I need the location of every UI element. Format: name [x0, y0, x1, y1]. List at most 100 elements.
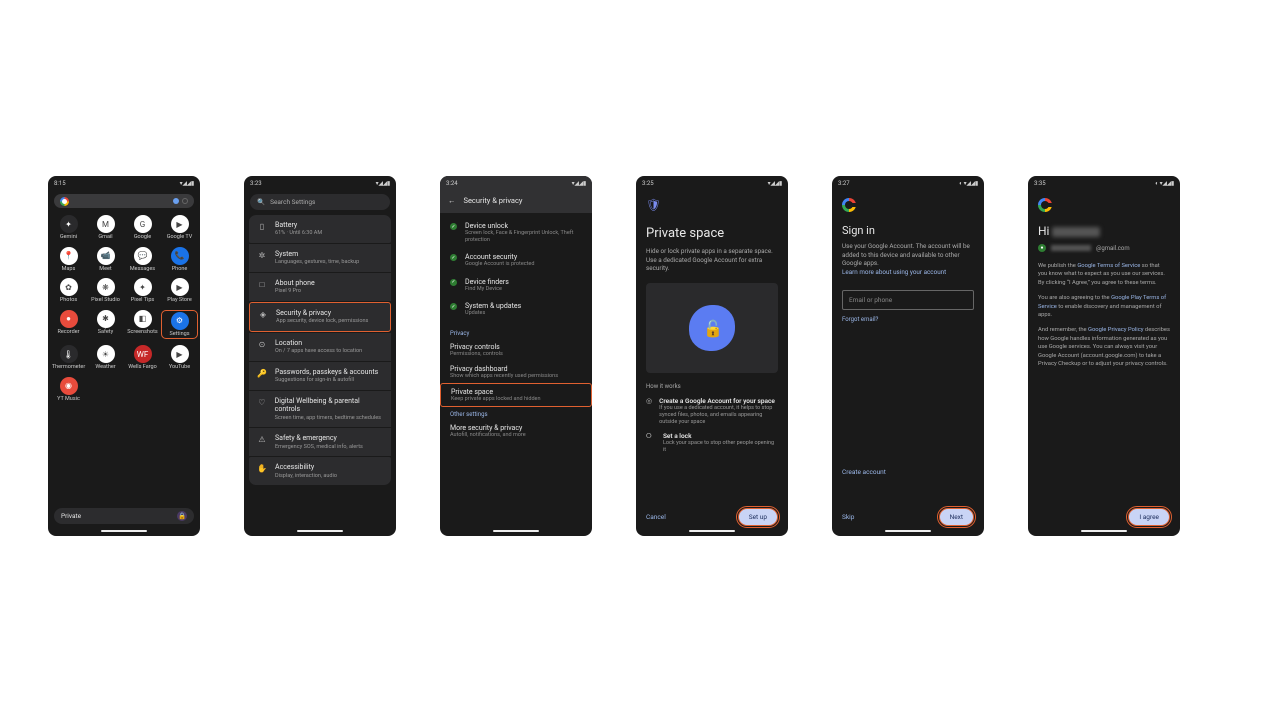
app-google-tv[interactable]: ▶Google TV	[161, 215, 198, 241]
app-icon: ✦	[60, 215, 78, 233]
row-title: Privacy dashboard	[450, 365, 582, 373]
app-icon: 🌡	[60, 345, 78, 363]
learn-more-link[interactable]: Learn more about using your account	[842, 268, 946, 276]
app-gemini[interactable]: ✦Gemini	[50, 215, 87, 241]
settings-row-location[interactable]: ⊙LocationOn / 7 apps have access to loca…	[249, 333, 391, 361]
status-time: 3:25	[642, 180, 654, 187]
app-play-store[interactable]: ▶Play Store	[161, 278, 198, 304]
security-row[interactable]: ✓Account securityGoogle Account is prote…	[440, 248, 592, 273]
screen-4-private-space-intro: 3:25 ▾◢◢▮ 🛡 Private space Hide or lock p…	[636, 176, 788, 536]
step-icon: ◎	[646, 397, 652, 426]
footer-actions: I agree	[1038, 508, 1170, 526]
email-field[interactable]: Email or phone	[842, 290, 974, 310]
status-indicators: ▾◢◢▮	[572, 180, 586, 187]
settings-row-system[interactable]: ✲SystemLanguages, gestures, time, backup	[249, 244, 391, 272]
nav-handle[interactable]	[101, 530, 147, 532]
security-row[interactable]: ✓Device unlockScreen lock, Face & Finger…	[440, 217, 592, 248]
step-title: Set a lock	[663, 432, 778, 440]
nav-handle[interactable]	[885, 530, 931, 532]
nav-handle[interactable]	[493, 530, 539, 532]
app-settings[interactable]: ⚙Settings	[161, 310, 198, 340]
row-icon: ◈	[258, 310, 268, 319]
privacy-row-private-space[interactable]: Private spaceKeep private apps locked an…	[440, 383, 592, 407]
next-button[interactable]: Next	[939, 508, 974, 526]
app-photos[interactable]: ✿Photos	[50, 278, 87, 304]
row-subtitle: Display, interaction, audio	[275, 473, 337, 480]
footer-actions: Skip Next	[842, 508, 974, 526]
terms-paragraph-1: We publish the Google Terms of Service s…	[1038, 262, 1170, 287]
steps-list: ◎Create a Google Account for your spaceI…	[646, 394, 778, 458]
back-icon[interactable]: ←	[448, 196, 456, 205]
settings-row-digital-wellbeing-parental-controls[interactable]: ♡Digital Wellbeing & parental controlsSc…	[249, 391, 391, 427]
privacy-policy-link[interactable]: Google Privacy Policy	[1088, 327, 1143, 333]
create-account-link[interactable]: Create account	[842, 468, 886, 476]
app-grid: ✦GeminiMGmailGGoogle▶Google TV 📍Maps📹Meet…	[48, 213, 200, 402]
row-title: Battery	[275, 221, 322, 229]
app-icon: ✿	[60, 278, 78, 296]
app-youtube[interactable]: ▶YouTube	[161, 345, 198, 371]
privacy-row-privacy-dashboard[interactable]: Privacy dashboardShow which apps recentl…	[440, 361, 592, 383]
app-yt-music[interactable]: ◉YT Music	[50, 377, 87, 403]
private-bar[interactable]: Private 🔒	[54, 508, 194, 524]
step-title: Create a Google Account for your space	[659, 397, 778, 405]
mic-icon[interactable]	[173, 198, 179, 204]
tos-link[interactable]: Google Terms of Service	[1077, 263, 1140, 269]
app-recorder[interactable]: ●Recorder	[50, 310, 87, 340]
status-ok-icon: ✓	[450, 303, 457, 310]
settings-row-safety-emergency[interactable]: ⚠Safety & emergencyEmergency SOS, medica…	[249, 428, 391, 456]
nav-handle[interactable]	[297, 530, 343, 532]
screen-3-security-privacy: 3:24 ▾◢◢▮ ← Security & privacy ✓Device u…	[440, 176, 592, 536]
status-bar: 3:25 ▾◢◢▮	[636, 176, 788, 190]
agree-button[interactable]: I agree	[1128, 508, 1170, 526]
app-icon: ☀	[97, 345, 115, 363]
step-icon: ⭘	[646, 432, 656, 454]
app-maps[interactable]: 📍Maps	[50, 247, 87, 273]
row-title: Privacy controls	[450, 343, 582, 351]
app-safety[interactable]: ✱Safety	[87, 310, 124, 340]
app-pixel-tips[interactable]: ✦Pixel Tips	[124, 278, 161, 304]
settings-row-battery[interactable]: ▯Battery61% · Until 6:30 AM	[249, 215, 391, 243]
setup-button[interactable]: Set up	[738, 508, 778, 526]
app-messages[interactable]: 💬Messages	[124, 247, 161, 273]
app-meet[interactable]: 📹Meet	[87, 247, 124, 273]
app-screenshots[interactable]: ◧Screenshots	[124, 310, 161, 340]
app-thermometer[interactable]: 🌡Thermometer	[50, 345, 87, 371]
settings-row-accessibility[interactable]: ✋AccessibilityDisplay, interaction, audi…	[249, 457, 391, 485]
app-gmail[interactable]: MGmail	[87, 215, 124, 241]
status-bar: 3:27 ◐ ▾◢◢▮	[832, 176, 984, 190]
header-title: Security & privacy	[464, 196, 523, 205]
settings-search[interactable]: 🔍 Search Settings	[250, 194, 390, 210]
lens-icon[interactable]	[182, 198, 188, 204]
row-subtitle: Pixel 9 Pro	[275, 288, 315, 295]
nav-handle[interactable]	[689, 530, 735, 532]
row-icon: ⚠	[257, 435, 267, 444]
app-label: Google	[134, 235, 151, 241]
app-wells-fargo[interactable]: WFWells Fargo	[124, 345, 161, 371]
app-label: Pixel Tips	[131, 298, 155, 304]
row-subtitle: Updates	[465, 310, 521, 317]
privacy-list: Privacy controlsPermissions, controlsPri…	[440, 339, 592, 407]
app-phone[interactable]: 📞Phone	[161, 247, 198, 273]
settings-row-security-privacy[interactable]: ◈Security & privacyApp security, device …	[249, 302, 391, 332]
row-subtitle: Keep private apps locked and hidden	[451, 396, 581, 402]
app-label: YouTube	[169, 365, 190, 371]
step-item: ⭘Set a lockLock your space to stop other…	[646, 429, 778, 457]
row-title: Digital Wellbeing & parental controls	[275, 397, 383, 414]
nav-handle[interactable]	[1081, 530, 1127, 532]
app-weather[interactable]: ☀Weather	[87, 345, 124, 371]
forgot-email-link[interactable]: Forgot email?	[842, 316, 974, 323]
app-pixel-studio[interactable]: ❋Pixel Studio	[87, 278, 124, 304]
google-search-bar[interactable]	[54, 194, 194, 208]
settings-row-about-phone[interactable]: □About phonePixel 9 Pro	[249, 273, 391, 301]
settings-row-passwords-passkeys-accounts[interactable]: 🔑Passwords, passkeys & accountsSuggestio…	[249, 362, 391, 390]
security-row[interactable]: ✓Device findersFind My Device	[440, 273, 592, 298]
status-indicators: ▾◢◢▮	[180, 180, 194, 187]
cancel-button[interactable]: Cancel	[646, 513, 666, 521]
app-google[interactable]: GGoogle	[124, 215, 161, 241]
security-row[interactable]: ✓System & updatesUpdates	[440, 297, 592, 322]
privacy-row-privacy-controls[interactable]: Privacy controlsPermissions, controls	[440, 339, 592, 361]
more-security-row[interactable]: More security & privacy Autofill, notifi…	[440, 420, 592, 442]
status-bar: 3:24 ▾◢◢▮	[440, 176, 592, 190]
account-chip[interactable]: ● @gmail.com	[1038, 244, 1170, 252]
skip-button[interactable]: Skip	[842, 513, 854, 521]
